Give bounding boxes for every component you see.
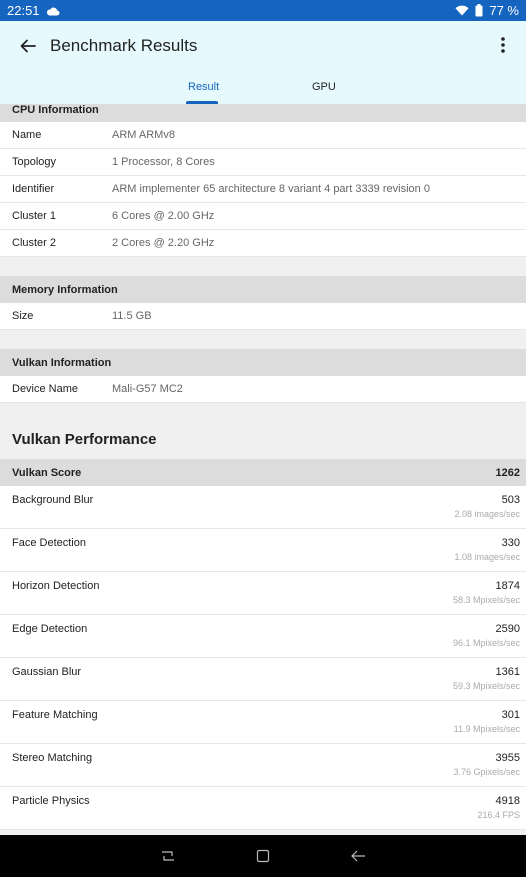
- workload-name: Particle Physics: [12, 795, 90, 807]
- cloud-icon: [46, 6, 60, 16]
- perf-row: Horizon Detection 1874 58.3 Mpixels/sec: [0, 572, 526, 615]
- workload-name: Stereo Matching: [12, 752, 93, 764]
- row-value: 2 Cores @ 2.20 GHz: [112, 237, 215, 249]
- row-value: 6 Cores @ 2.00 GHz: [112, 210, 215, 222]
- workload-score: 2590: [495, 623, 520, 635]
- row-key: Size: [12, 310, 34, 322]
- performance-title: Vulkan Performance: [12, 431, 157, 448]
- more-vert-icon[interactable]: [496, 35, 510, 57]
- perf-row: Particle Physics 4918 216.4 FPS: [0, 787, 526, 830]
- navigation-bar: [0, 835, 526, 877]
- status-bar: 22:51 77 %: [0, 0, 526, 21]
- workload-rate: 11.9 Mpixels/sec: [453, 724, 520, 734]
- row-key: Cluster 2: [12, 237, 57, 249]
- vulkan-row-device: Device Name Mali-G57 MC2: [0, 376, 526, 403]
- row-key: Device Name: [12, 383, 79, 395]
- page-title: Benchmark Results: [50, 36, 198, 55]
- workload-name: Gaussian Blur: [12, 666, 82, 678]
- vulkan-section-header: Vulkan Information: [0, 349, 526, 376]
- wifi-icon: [455, 5, 469, 16]
- workload-rate: 59.3 Mpixels/sec: [452, 681, 520, 691]
- row-value: ARM implementer 65 architecture 8 varian…: [112, 183, 430, 195]
- memory-section-header: Memory Information: [0, 276, 526, 303]
- cpu-row-cluster-1: Cluster 1 6 Cores @ 2.00 GHz: [0, 203, 526, 230]
- workload-score: 4918: [495, 795, 520, 807]
- tab-gpu[interactable]: GPU: [312, 81, 336, 93]
- recents-icon[interactable]: [160, 848, 176, 864]
- vulkan-score-row: Vulkan Score 1262: [0, 459, 526, 486]
- home-icon[interactable]: [255, 848, 271, 864]
- workload-name: Horizon Detection: [12, 580, 100, 592]
- row-key: Topology: [12, 156, 57, 168]
- app-bar: Benchmark Results Result GPU: [0, 21, 526, 104]
- tab-bar: Result GPU: [0, 75, 526, 104]
- vulkan-score-label: Vulkan Score: [12, 466, 82, 479]
- workload-score: 503: [501, 494, 520, 506]
- workload-rate: 3.76 Gpixels/sec: [453, 767, 520, 777]
- back-arrow-icon[interactable]: [16, 34, 40, 58]
- perf-row: Stereo Matching 3955 3.76 Gpixels/sec: [0, 744, 526, 787]
- status-time: 22:51: [7, 3, 40, 18]
- perf-row: Gaussian Blur 1361 59.3 Mpixels/sec: [0, 658, 526, 701]
- tab-result[interactable]: Result: [188, 81, 219, 93]
- cpu-row-identifier: Identifier ARM implementer 65 architectu…: [0, 176, 526, 203]
- row-value: ARM ARMv8: [112, 129, 175, 141]
- row-key: Cluster 1: [12, 210, 57, 222]
- workload-score: 1874: [495, 580, 520, 592]
- workload-name: Edge Detection: [12, 623, 88, 635]
- workload-rate: 1.08 images/sec: [454, 552, 520, 562]
- cpu-section-header: CPU Information: [0, 104, 526, 122]
- perf-row: Feature Matching 301 11.9 Mpixels/sec: [0, 701, 526, 744]
- row-key: Name: [12, 129, 42, 141]
- workload-rate: 2.08 images/sec: [454, 509, 520, 519]
- workload-rate: 216.4 FPS: [477, 810, 520, 820]
- cpu-row-cluster-2: Cluster 2 2 Cores @ 2.20 GHz: [0, 230, 526, 257]
- workload-score: 3955: [495, 752, 520, 764]
- row-value: Mali-G57 MC2: [112, 383, 183, 395]
- workload-name: Face Detection: [12, 537, 86, 549]
- perf-row: Background Blur 503 2.08 images/sec: [0, 486, 526, 529]
- memory-row-size: Size 11.5 GB: [0, 303, 526, 330]
- battery-icon: [475, 4, 483, 17]
- back-icon[interactable]: [350, 848, 366, 864]
- cpu-row-topology: Topology 1 Processor, 8 Cores: [0, 149, 526, 176]
- workload-score: 1361: [495, 666, 520, 678]
- workload-name: Background Blur: [12, 494, 94, 506]
- row-key: Identifier: [12, 183, 55, 195]
- row-value: 11.5 GB: [112, 310, 152, 322]
- workload-rate: 58.3 Mpixels/sec: [452, 595, 520, 605]
- workload-name: Feature Matching: [12, 709, 98, 721]
- cpu-row-name: Name ARM ARMv8: [0, 122, 526, 149]
- workload-score: 330: [501, 537, 520, 549]
- perf-row: Edge Detection 2590 96.1 Mpixels/sec: [0, 615, 526, 658]
- battery-percent: 77 %: [489, 3, 519, 18]
- row-value: 1 Processor, 8 Cores: [112, 156, 215, 168]
- vulkan-score-value: 1262: [495, 466, 520, 479]
- perf-row: Face Detection 330 1.08 images/sec: [0, 529, 526, 572]
- workload-rate: 96.1 Mpixels/sec: [452, 638, 520, 648]
- results-list[interactable]: CPU Information Name ARM ARMv8 Topology …: [0, 104, 526, 835]
- workload-score: 301: [501, 709, 520, 721]
